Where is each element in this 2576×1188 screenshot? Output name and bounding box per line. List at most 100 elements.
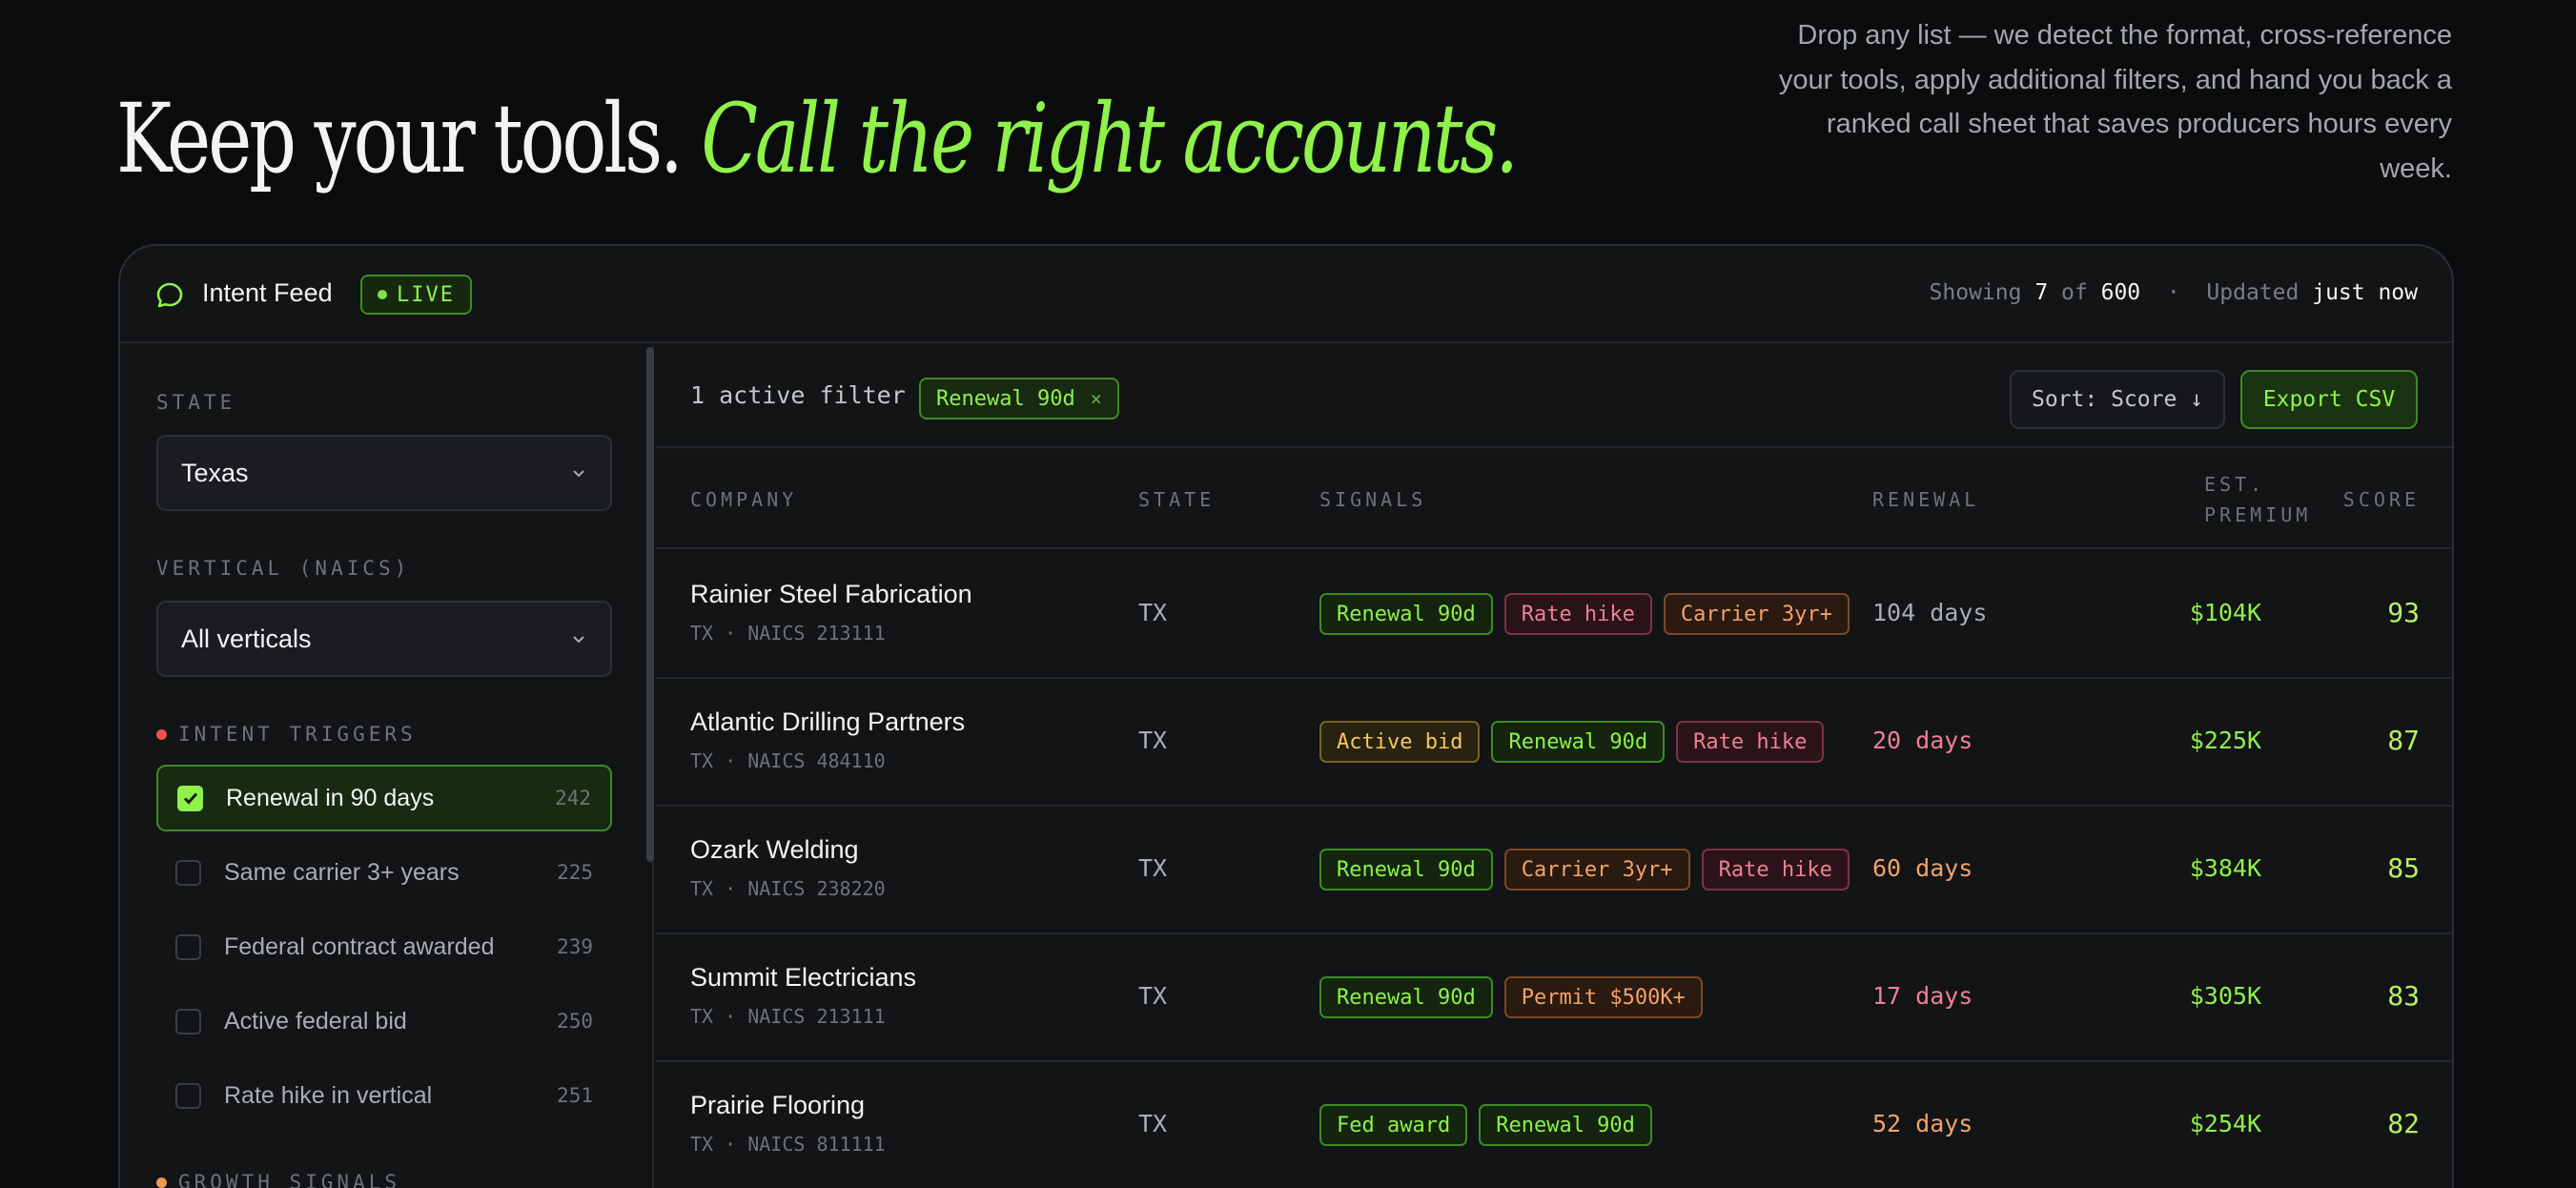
company-meta: TX · NAICS 213111 [690, 1005, 886, 1028]
company-name[interactable]: Atlantic Drilling Partners [690, 707, 965, 737]
checkbox[interactable] [175, 859, 201, 886]
trigger-rate-hike[interactable]: Rate hike in vertical 251 [156, 1062, 612, 1129]
checkbox[interactable] [175, 933, 201, 960]
company-meta: TX · NAICS 811111 [690, 1133, 886, 1156]
table-row[interactable]: Summit Electricians TX · NAICS 213111 TX Re… [656, 934, 2452, 1062]
results-panel: 1 active filter Renewal 90d × Sort: Scor… [656, 345, 2452, 1188]
score: 83 [2387, 980, 2420, 1012]
table-row[interactable]: Ozark Welding TX · NAICS 238220 TX Renewal … [656, 807, 2452, 934]
feed-title: Intent Feed [202, 278, 333, 307]
intent-feed-card: Intent Feed LIVE Showing 7 of 600 · Upda… [118, 244, 2454, 1188]
updated-label: Updated [2206, 280, 2300, 305]
company-name[interactable]: Summit Electricians [690, 963, 916, 993]
signals-list: Renewal 90d Rate hike Carrier 3yr+ [1319, 593, 1850, 635]
column-renewal[interactable]: RENEWAL [1872, 484, 1979, 515]
trigger-count: 250 [557, 1010, 593, 1033]
renewal-days: 104 days [1872, 599, 1988, 626]
chevron-down-icon [573, 470, 584, 478]
total-count: 600 [2100, 280, 2141, 305]
live-label: LIVE [397, 282, 455, 307]
checkbox[interactable] [175, 1082, 201, 1109]
est-premium: $384K [2189, 854, 2261, 882]
showing-label: Showing [1929, 280, 2022, 305]
row-state: TX [1138, 982, 1168, 1010]
live-badge: LIVE [360, 275, 472, 315]
column-signals[interactable]: SIGNALS [1319, 484, 1426, 515]
export-csv-button[interactable]: Export CSV [2240, 370, 2418, 429]
state-select[interactable]: Texas [156, 435, 612, 511]
column-premium-line2: PREMIUM [2204, 503, 2312, 526]
signal-tag: Rate hike [1503, 593, 1652, 635]
renewal-days: 60 days [1872, 854, 1973, 882]
signals-list: Renewal 90d Carrier 3yr+ Rate hike [1319, 849, 1850, 891]
trigger-renewal-90-days[interactable]: Renewal in 90 days 242 [156, 765, 612, 831]
state-label: STATE [156, 391, 235, 414]
signals-list: Renewal 90d Permit $500K+ [1319, 976, 1703, 1018]
column-state[interactable]: STATE [1138, 484, 1215, 515]
vertical-label: VERTICAL (NAICS) [156, 557, 410, 580]
signal-tag: Carrier 3yr+ [1503, 849, 1690, 891]
row-state: TX [1138, 854, 1168, 882]
card-header: Intent Feed LIVE Showing 7 of 600 · Upda… [120, 246, 2452, 343]
column-score[interactable]: SCORE [2343, 484, 2420, 515]
column-premium-line1: EST. [2204, 473, 2266, 496]
vertical-label-text: VERTICAL (NAICS) [156, 557, 411, 580]
intent-triggers-label-text: INTENT TRIGGERS [178, 723, 417, 746]
orange-dot-icon [156, 1177, 167, 1188]
active-filter-count: 1 active filter [690, 381, 906, 409]
trigger-count: 242 [555, 787, 591, 809]
trigger-federal-contract[interactable]: Federal contract awarded 239 [156, 913, 612, 980]
chevron-down-icon [573, 636, 584, 644]
vertical-select[interactable]: All verticals [156, 601, 612, 677]
company-meta: TX · NAICS 484110 [690, 749, 886, 772]
showing-count: 7 [2034, 280, 2049, 305]
signal-tag: Rate hike [1701, 849, 1850, 891]
red-dot-icon [156, 728, 167, 740]
column-premium[interactable]: EST. PREMIUM [2204, 469, 2311, 530]
renewal-days: 20 days [1872, 727, 1973, 754]
company-name[interactable]: Prairie Flooring [690, 1091, 865, 1120]
filter-sidebar: STATE Texas VERTICAL (NAICS) All vertica… [120, 345, 654, 1188]
hero-title-accent: Call the right accounts. [701, 83, 1519, 195]
live-dot [378, 290, 387, 299]
trigger-count: 225 [557, 861, 593, 884]
growth-signals-label: GROWTH SIGNALS [156, 1171, 400, 1188]
table-row[interactable]: Rainier Steel Fabrication TX · NAICS 2131… [656, 551, 2452, 679]
checkbox-checked[interactable] [177, 785, 203, 811]
trigger-label: Active federal bid [224, 1007, 407, 1034]
company-meta: TX · NAICS 238220 [690, 877, 886, 900]
signal-tag: Renewal 90d [1319, 593, 1493, 635]
est-premium: $305K [2189, 982, 2261, 1010]
renewal-days: 52 days [1872, 1110, 1973, 1137]
signal-tag: Permit $500K+ [1503, 976, 1703, 1018]
remove-filter-icon[interactable]: × [1091, 387, 1102, 410]
score: 85 [2387, 852, 2420, 884]
table-row[interactable]: Atlantic Drilling Partners TX · NAICS 484… [656, 679, 2452, 807]
signal-tag: Renewal 90d [1479, 1104, 1652, 1146]
state-select-value: Texas [181, 458, 249, 487]
filter-chip-renewal[interactable]: Renewal 90d × [919, 378, 1119, 420]
trigger-label: Renewal in 90 days [226, 784, 435, 811]
state-label-text: STATE [156, 391, 236, 414]
company-name[interactable]: Ozark Welding [690, 835, 859, 865]
trigger-count: 251 [557, 1084, 593, 1107]
est-premium: $104K [2189, 599, 2261, 626]
hero-description: Drop any list — we detect the format, cr… [1778, 20, 2452, 184]
trigger-active-bid[interactable]: Active federal bid 250 [156, 988, 612, 1055]
table-row[interactable]: Prairie Flooring TX · NAICS 811111 TX Fed a… [656, 1062, 2452, 1188]
est-premium: $254K [2189, 1110, 2261, 1137]
row-state: TX [1138, 1110, 1168, 1137]
signal-tag: Carrier 3yr+ [1663, 593, 1850, 635]
signal-tag: Rate hike [1676, 721, 1825, 763]
trigger-same-carrier[interactable]: Same carrier 3+ years 225 [156, 839, 612, 906]
company-name[interactable]: Rainier Steel Fabrication [690, 580, 972, 609]
filter-chip-label: Renewal 90d [936, 386, 1075, 411]
trigger-label: Federal contract awarded [224, 932, 495, 960]
sidebar-scrollbar[interactable] [646, 347, 654, 862]
score: 87 [2387, 725, 2420, 756]
column-company[interactable]: COMPANY [690, 484, 797, 515]
checkbox[interactable] [175, 1008, 201, 1034]
growth-signals-label-text: GROWTH SIGNALS [178, 1171, 401, 1188]
row-state: TX [1138, 599, 1168, 626]
sort-button[interactable]: Sort: Score ↓ [2010, 370, 2225, 429]
